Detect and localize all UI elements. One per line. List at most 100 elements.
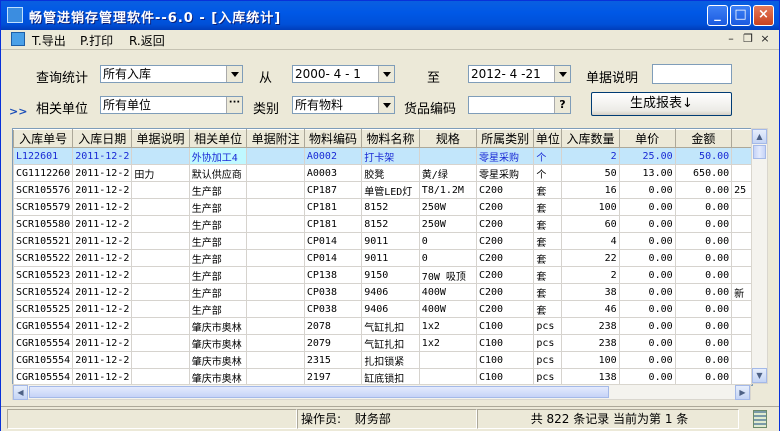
vertical-scrollbar[interactable]: ▲ ▼ xyxy=(751,128,768,384)
title-bar[interactable]: 畅管进销存管理软件--6.0 - [入库统计] _ □ × xyxy=(1,1,779,30)
table-cell: 250W xyxy=(418,215,478,233)
help-icon[interactable]: ? xyxy=(554,97,570,113)
scroll-down-icon[interactable]: ▼ xyxy=(752,368,767,383)
minimize-button[interactable]: _ xyxy=(707,5,728,26)
table-cell: 650.00 xyxy=(674,164,733,182)
mdi-minimize-button[interactable]: – xyxy=(724,32,738,46)
table-row[interactable]: SCR105523 2011-12-2 生产部 CP138 9150 70W 吸顶 C200… xyxy=(13,266,752,284)
table-cell: 套 xyxy=(533,266,563,284)
table-row[interactable]: L122601 2011-12-2 外协加工4 A0002 打卡架 零星采购个 2 25.00… xyxy=(13,147,752,165)
table-row[interactable]: CGR105554 2011-12-2 肇庆市奥林 2197 缸底锁扣 C100 pcs 13… xyxy=(13,368,752,385)
scroll-right-icon[interactable]: ▶ xyxy=(735,385,750,400)
column-header[interactable]: 入库数量 xyxy=(561,129,620,148)
table-row[interactable]: SCR105576 2011-12-2 生产部 CP187 单管LED灯 T8/1.2M C… xyxy=(13,181,752,199)
column-header[interactable]: 金额 xyxy=(674,129,733,148)
code-label: 货品编码 xyxy=(404,102,457,117)
menu-bar: T.导出 P.打印 R.返回 – ❐ × xyxy=(1,30,779,50)
table-row[interactable]: SCR105525 2011-12-2 生产部 CP038 9406 400W C200 套 4… xyxy=(13,300,752,318)
table-cell: 0.00 xyxy=(674,215,733,233)
table-cell: 250W xyxy=(418,198,478,216)
calculator-icon[interactable] xyxy=(753,410,767,428)
document-icon xyxy=(11,32,25,46)
scroll-up-icon[interactable]: ▲ xyxy=(752,129,767,144)
from-date-picker[interactable]: 2000- 4 - 1 xyxy=(292,65,395,83)
table-cell: CGR105554 xyxy=(13,368,74,385)
table-cell: pcs xyxy=(533,368,563,385)
chevron-down-icon[interactable] xyxy=(378,97,394,113)
menu-return[interactable]: R.返回 xyxy=(129,32,165,49)
column-header[interactable]: 相关单位 xyxy=(188,129,248,148)
close-button[interactable]: × xyxy=(753,5,774,26)
table-cell: C100 xyxy=(475,334,535,352)
table-cell: 60 xyxy=(561,215,620,233)
table-cell: 生产部 xyxy=(188,181,248,199)
column-header[interactable]: 单价 xyxy=(618,129,676,148)
table-cell: 0.00 xyxy=(618,198,676,216)
horizontal-scrollbar[interactable]: ◀ ▶ xyxy=(12,384,751,400)
note-input[interactable] xyxy=(652,64,732,84)
table-row[interactable]: SCR105579 2011-12-2 生产部 CP181 8152 250W C200 套 1… xyxy=(13,198,752,216)
column-header[interactable]: 物料编码 xyxy=(303,129,363,148)
generate-report-button[interactable]: 生成报表↓ xyxy=(591,92,732,116)
table-cell: SCR105580 xyxy=(13,215,74,233)
mdi-restore-button[interactable]: ❐ xyxy=(741,32,755,46)
chevron-down-icon[interactable] xyxy=(226,66,242,82)
table-cell: 肇庆市奥林 xyxy=(188,334,248,352)
table-cell: SCR105579 xyxy=(13,198,74,216)
scroll-thumb[interactable] xyxy=(29,386,609,398)
table-row[interactable]: CG1112260 2011-12-2 田力 默认供应商 A0003 胶凳 黄/绿 零星采购个… xyxy=(13,164,752,182)
table-cell xyxy=(731,215,752,233)
table-row[interactable]: SCR105524 2011-12-2 生产部 CP038 9406 400W C200 套 3… xyxy=(13,283,752,301)
column-header[interactable]: 单位 xyxy=(533,129,563,148)
table-cell: C200 xyxy=(475,283,535,301)
column-header[interactable]: 入库日期 xyxy=(72,129,133,148)
table-row[interactable]: CGR105554 2011-12-2 肇庆市奥林 2315 扎扣锁紧 C100 pcs 10… xyxy=(13,351,752,369)
query-value: 所有入库 xyxy=(103,67,152,81)
table-row[interactable]: SCR105522 2011-12-2 生产部 CP014 9011 0 C200 套 22 0.… xyxy=(13,249,752,267)
table-row[interactable]: SCR105580 2011-12-2 生产部 CP181 8152 250W C200 套 6… xyxy=(13,215,752,233)
to-date-picker[interactable]: 2012- 4 -21 xyxy=(468,65,571,83)
unit-selector[interactable]: 所有单位 ··· xyxy=(100,96,243,114)
code-input[interactable]: ? xyxy=(468,96,571,114)
browse-icon[interactable]: ··· xyxy=(226,97,242,113)
mdi-close-button[interactable]: × xyxy=(758,32,772,46)
table-cell: CP181 xyxy=(303,215,363,233)
column-header[interactable]: 入库单号 xyxy=(13,129,74,148)
column-header[interactable]: 单据附注 xyxy=(246,129,305,148)
table-row[interactable]: CGR105554 2011-12-2 肇庆市奥林 2079 气缸扎扣 1x2 C100 pc… xyxy=(13,334,752,352)
expand-toggle[interactable]: >> xyxy=(9,105,27,118)
table-cell: 打卡架 xyxy=(361,147,420,165)
table-row[interactable]: CGR105554 2011-12-2 肇庆市奥林 2078 气缸扎扣 1x2 C100 pc… xyxy=(13,317,752,335)
table-cell: 25.00 xyxy=(618,147,676,165)
table-cell: CGR105554 xyxy=(13,334,74,352)
chevron-down-icon[interactable] xyxy=(554,66,570,82)
query-select[interactable]: 所有入库 xyxy=(100,65,243,83)
column-header[interactable]: 物料名称 xyxy=(361,129,420,148)
column-header[interactable] xyxy=(731,129,752,148)
table-cell: 外协加工4 xyxy=(188,147,248,165)
table-cell xyxy=(246,300,305,318)
column-header[interactable]: 单据说明 xyxy=(131,129,190,148)
table-cell: 1x2 xyxy=(418,317,478,335)
maximize-button[interactable]: □ xyxy=(730,5,751,26)
table-cell: 2011-12-2 xyxy=(72,249,133,267)
table-cell: 套 xyxy=(533,249,563,267)
column-header[interactable]: 规格 xyxy=(418,129,478,148)
column-header[interactable]: 所属类别 xyxy=(475,129,535,148)
table-cell: 16 xyxy=(561,181,620,199)
table-cell: 0.00 xyxy=(674,368,733,385)
scroll-thumb[interactable] xyxy=(753,145,766,159)
table-cell: 100 xyxy=(561,198,620,216)
table-cell: 2011-12-2 xyxy=(72,351,133,369)
table-cell xyxy=(246,198,305,216)
note-label: 单据说明 xyxy=(586,71,639,86)
table-row[interactable]: SCR105521 2011-12-2 生产部 CP014 9011 0 C200 套 4 0.0… xyxy=(13,232,752,250)
category-select[interactable]: 所有物料 xyxy=(292,96,395,114)
table-cell: 0.00 xyxy=(618,368,676,385)
menu-export[interactable]: T.导出 xyxy=(32,32,66,49)
menu-print[interactable]: P.打印 xyxy=(80,32,113,49)
chevron-down-icon[interactable] xyxy=(378,66,394,82)
table-cell: 0.00 xyxy=(674,334,733,352)
scroll-left-icon[interactable]: ◀ xyxy=(13,385,28,400)
table-cell xyxy=(418,368,478,385)
